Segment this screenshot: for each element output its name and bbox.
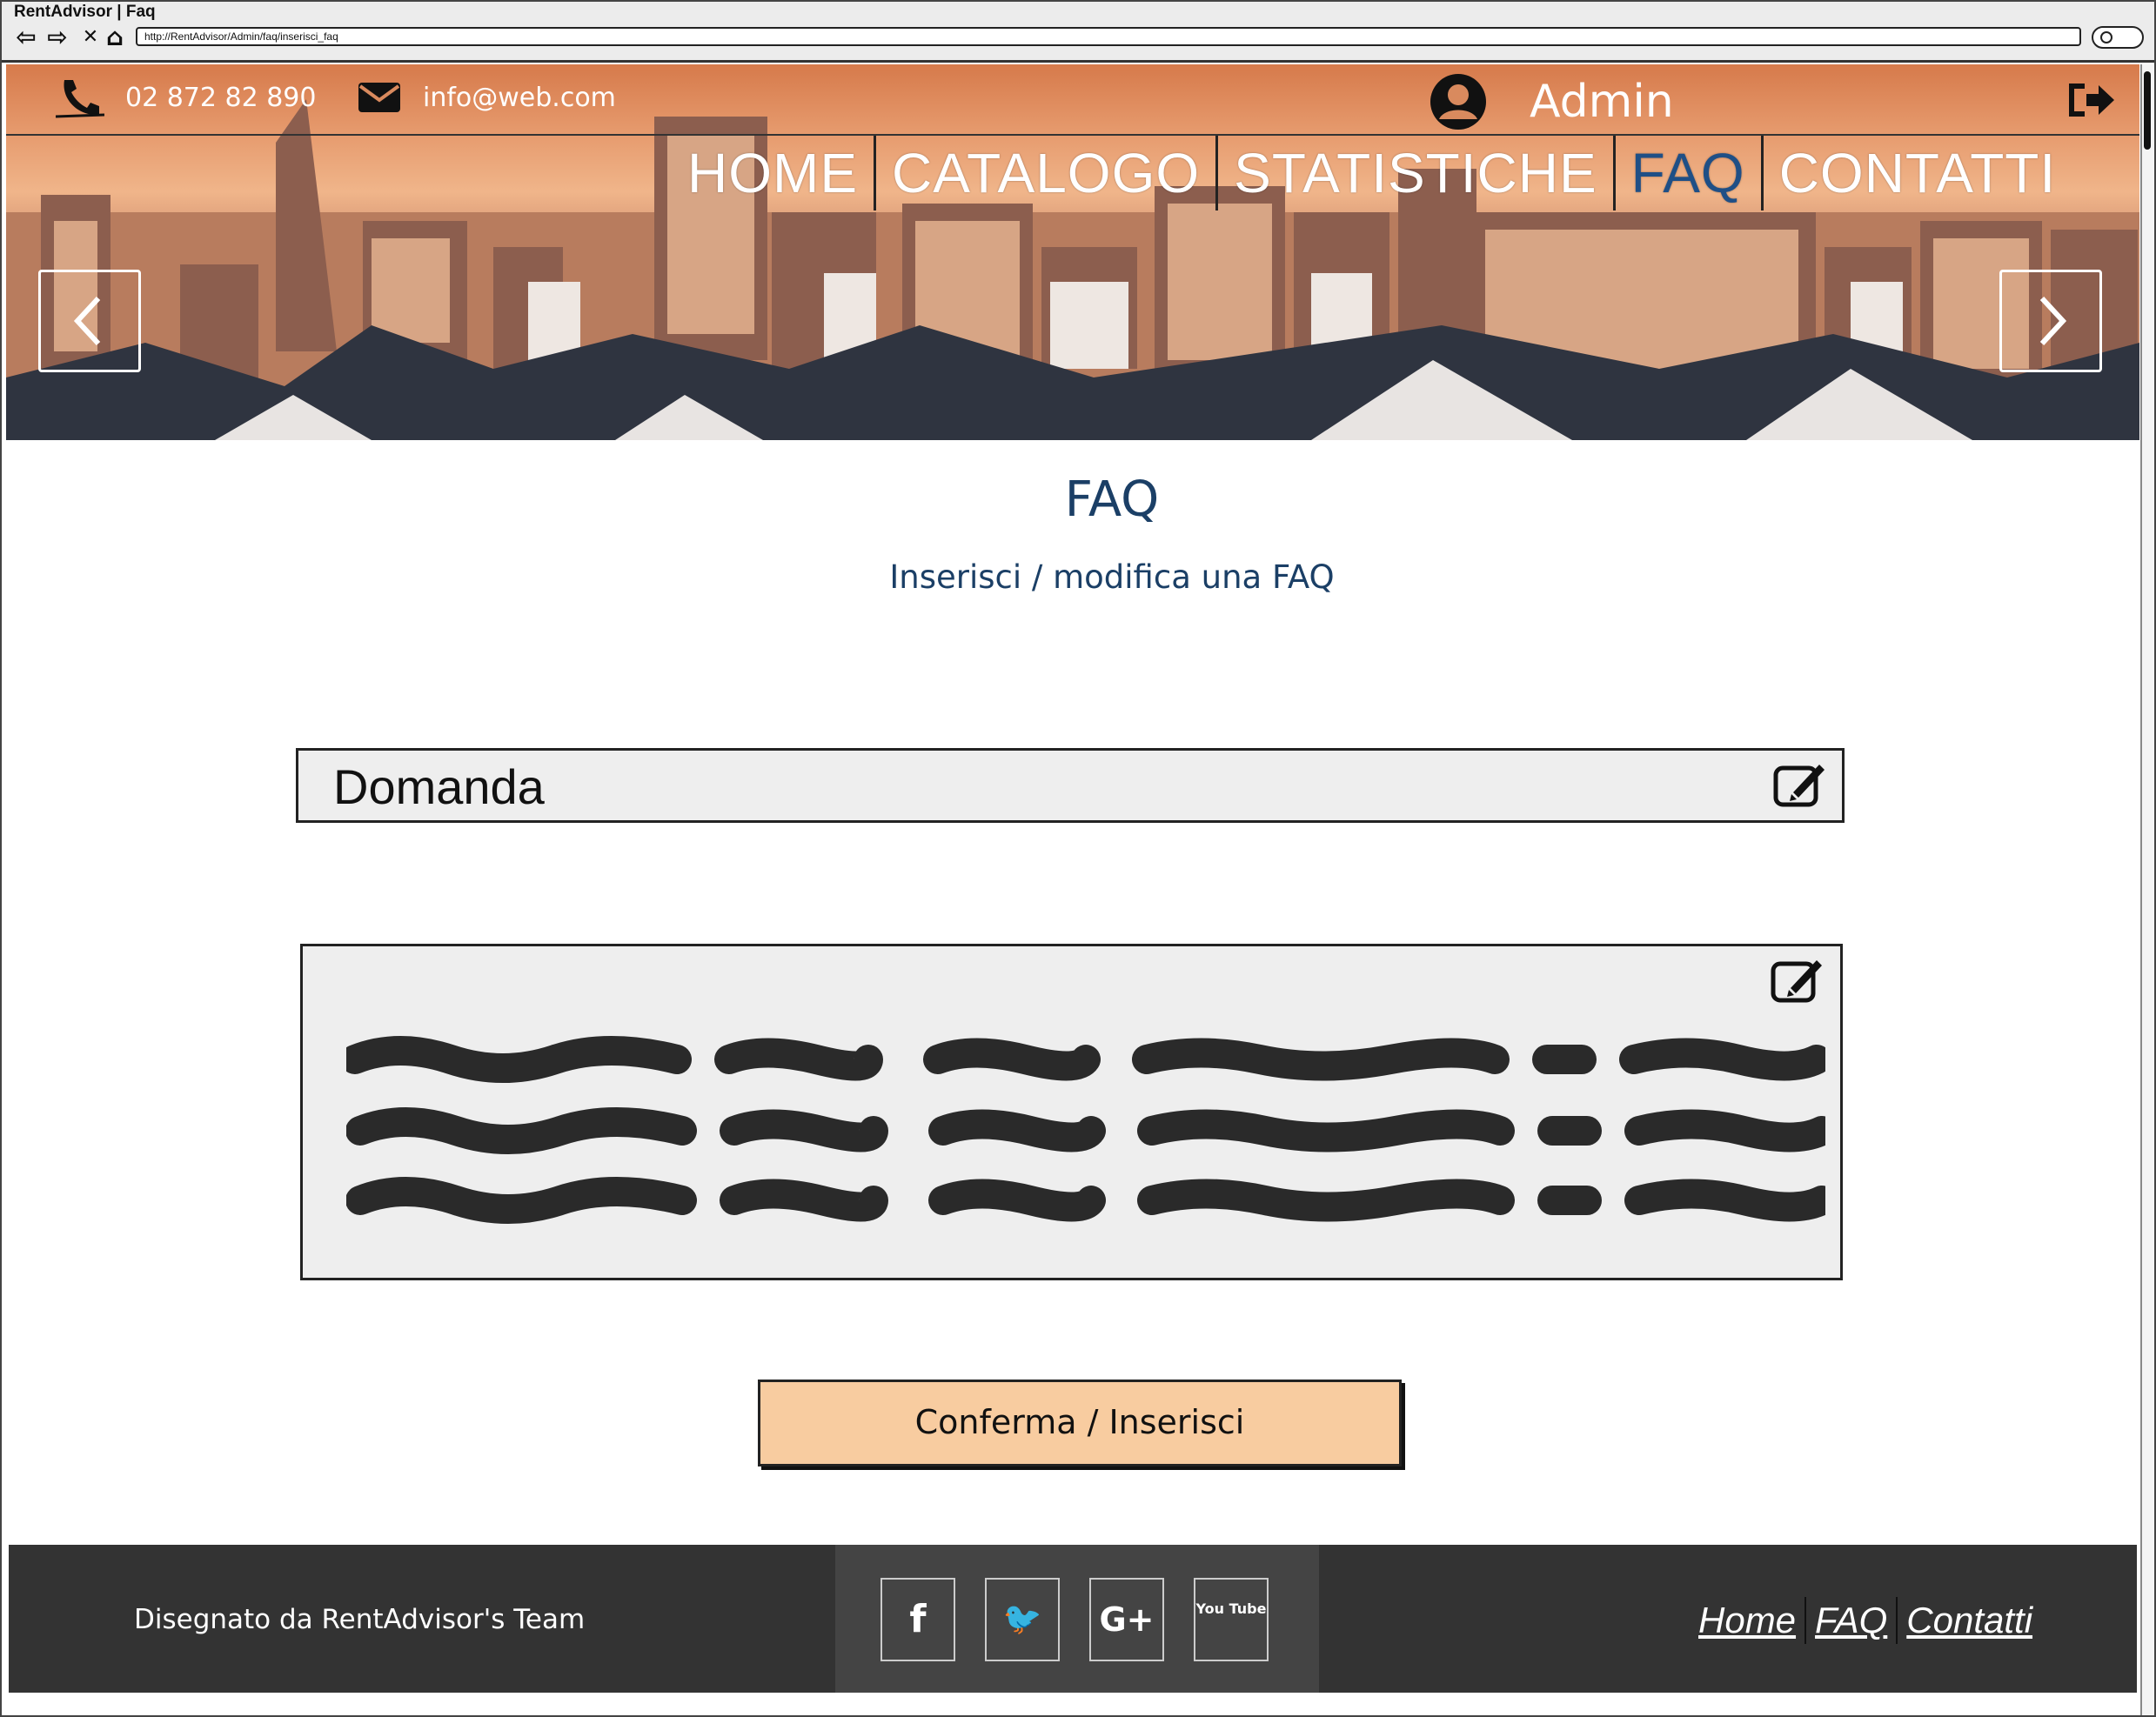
chevron-left-icon [73,296,101,346]
social-links: f 🐦 G+ You Tube [835,1545,1319,1693]
footer: Disegnato da RentAdvisor's Team f 🐦 G+ Y… [9,1545,2137,1693]
carousel-next-button[interactable] [1999,270,2102,372]
search-icon [2100,31,2112,43]
footer-link-contatti[interactable]: Contatti [1898,1597,2041,1644]
envelope-icon [358,83,400,112]
stop-icon[interactable]: ✕ [78,22,103,53]
email-contact: info@web.com [357,80,616,115]
edit-icon[interactable] [1770,955,1827,1004]
scrollbar-thumb[interactable] [2144,71,2151,150]
question-field[interactable] [296,748,1845,823]
answer-textarea[interactable] [300,944,1843,1280]
phone-icon [56,80,104,118]
nav-contatti[interactable]: CONTATTI [1764,136,2072,210]
browser-search-field[interactable] [2092,26,2144,49]
footer-credit: Disegnato da RentAdvisor's Team [134,1604,586,1635]
email-address[interactable]: info@web.com [423,83,616,113]
city-skyline-image [6,99,2139,440]
twitter-icon[interactable]: 🐦 [985,1578,1060,1661]
placeholder-text-scribble [346,1036,1825,1224]
forward-icon[interactable]: ⇨ [45,22,70,53]
youtube-icon[interactable]: You Tube [1194,1578,1269,1661]
footer-navigation: Home FAQ Contatti [1690,1597,2041,1644]
user-avatar-icon [1430,74,1486,130]
facebook-icon[interactable]: f [880,1578,955,1661]
hero-banner [6,64,2139,440]
chevron-right-icon [2039,296,2067,346]
logout-icon[interactable] [2066,78,2118,122]
vertical-scrollbar[interactable] [2140,64,2154,1715]
home-icon[interactable]: ⌂ [103,22,127,53]
footer-link-faq[interactable]: FAQ [1806,1597,1898,1644]
page-title: FAQ [1064,471,1160,528]
nav-faq[interactable]: FAQ [1616,136,1764,210]
window-title: RentAdvisor | Faq [2,2,2154,21]
edit-icon[interactable] [1772,759,1830,808]
main-navigation: HOME CATALOGO STATISTICHE FAQ CONTATTI [672,132,2072,210]
confirm-insert-button[interactable]: Conferma / Inserisci [758,1380,1402,1466]
question-input[interactable] [331,756,1744,817]
url-bar[interactable]: http://RentAdvisor/Admin/faq/inserisci_f… [136,27,2081,46]
user-name: Admin [1530,76,1674,128]
page-subtitle: Inserisci / modifica una FAQ [889,558,1335,596]
browser-toolbar: ⇦ ⇨ ✕ ⌂ http://RentAdvisor/Admin/faq/ins… [2,21,2154,63]
phone-number: 02 872 82 890 [125,82,317,113]
google-plus-icon[interactable]: G+ [1089,1578,1164,1661]
nav-catalogo[interactable]: CATALOGO [876,136,1219,210]
carousel-prev-button[interactable] [38,270,141,372]
browser-window: RentAdvisor | Faq ⇦ ⇨ ✕ ⌂ http://RentAdv… [0,0,2156,1717]
phone-contact: 02 872 82 890 [56,80,317,118]
user-menu[interactable]: Admin [1429,71,1674,132]
nav-statistiche[interactable]: STATISTICHE [1218,136,1616,210]
footer-link-home[interactable]: Home [1690,1597,1807,1644]
nav-home[interactable]: HOME [672,136,876,210]
back-icon[interactable]: ⇦ [14,22,38,53]
